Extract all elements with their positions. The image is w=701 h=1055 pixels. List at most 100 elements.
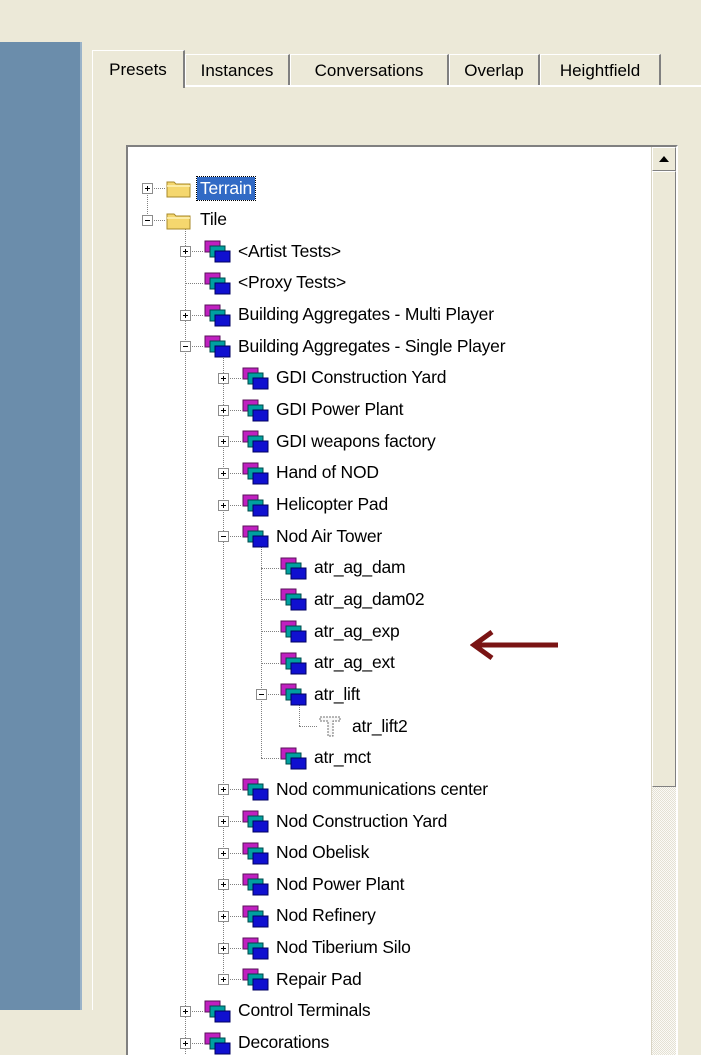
tree-item-atr-ag-exp[interactable]: atr_ag_exp [278,616,403,646]
tree-content: Terrain Tile <Artist Tests> <Proxy Tests> Bu… [128,147,658,1055]
tree-item-artist-tests[interactable]: <Artist Tests> [202,236,344,266]
tab-presets[interactable]: Presets [92,50,185,88]
tree-item-atr-lift2[interactable]: atr_lift2 [316,711,411,741]
scroll-track[interactable] [652,787,676,1055]
expand-plus-icon[interactable] [218,404,229,416]
preset-stack-icon [240,809,270,833]
expand-plus-icon[interactable] [180,309,191,321]
tree-item-decorations[interactable]: Decorations [202,1028,332,1055]
preset-stack-icon [240,493,270,517]
tree-item-label: atr_lift [314,683,361,704]
tree-item-ba-single[interactable]: Building Aggregates - Single Player [202,331,508,361]
presets-panel: Terrain Tile <Artist Tests> <Proxy Tests> Bu… [92,87,701,1055]
tree-connector [261,567,279,569]
tree-item-label: Building Aggregates - Multi Player [238,304,494,325]
tab-conversations[interactable]: Conversations [290,54,449,86]
tab-row: Presets Instances Conversations Overlap … [82,42,701,88]
vertical-scrollbar[interactable] [651,147,676,1055]
scroll-up-arrow-icon[interactable] [652,147,676,171]
expand-plus-icon[interactable] [142,183,153,194]
preset-stack-icon [202,303,232,327]
scroll-thumb[interactable] [652,171,676,787]
expand-plus-icon[interactable] [218,974,229,986]
presets-tree[interactable]: Terrain Tile <Artist Tests> <Proxy Tests> Bu… [126,145,678,1055]
preset-stack-icon [240,904,270,928]
expand-plus-icon[interactable] [180,246,191,258]
tree-item-gdi-cy[interactable]: GDI Construction Yard [240,363,449,393]
tree-item-atr-mct[interactable]: atr_mct [278,743,374,773]
tab-instances[interactable]: Instances [185,54,290,86]
preset-stack-icon [240,841,270,865]
expand-plus-icon[interactable] [218,436,229,448]
left-window-strip [0,42,80,1010]
tree-item-nod-silo[interactable]: Nod Tiberium Silo [240,933,414,963]
tree-item-nod-cy[interactable]: Nod Construction Yard [240,806,450,836]
preset-stack-icon [278,682,308,706]
preset-stack-icon [278,651,308,675]
preset-stack-icon [240,366,270,390]
preset-stack-icon [240,461,270,485]
tree-connector [261,662,279,664]
expand-plus-icon[interactable] [218,910,229,922]
expand-plus-icon[interactable] [218,879,229,891]
tree-item-proxy-tests[interactable]: <Proxy Tests> [202,268,349,298]
tree-item-control-terminals[interactable]: Control Terminals [202,996,373,1026]
collapse-minus-icon[interactable] [180,341,191,353]
tree-item-nod-comm[interactable]: Nod communications center [240,774,491,804]
tree-item-label: GDI Construction Yard [276,367,447,388]
tree-item-nod-ref[interactable]: Nod Refinery [240,901,379,931]
expand-plus-icon[interactable] [218,467,229,479]
expand-plus-icon[interactable] [180,1005,191,1017]
collapse-minus-icon[interactable] [218,531,229,543]
tree-item-label: GDI Power Plant [276,399,404,420]
expand-plus-icon[interactable] [218,816,229,827]
tree-item-repair-pad[interactable]: Repair Pad [240,964,365,994]
preset-stack-icon [278,556,308,580]
tree-item-atr-ag-dam02[interactable]: atr_ag_dam02 [278,584,427,614]
expand-plus-icon[interactable] [218,847,229,859]
tree-item-gdi-pp[interactable]: GDI Power Plant [240,395,406,425]
tree-item-label: Building Aggregates - Single Player [238,335,506,356]
expand-plus-icon[interactable] [180,1037,191,1049]
top-band [0,0,701,42]
tree-connector [261,599,279,601]
tree-item-label: Nod Air Tower [276,525,383,546]
tree-item-atr-ag-ext[interactable]: atr_ag_ext [278,648,398,678]
tree-item-heli-pad[interactable]: Helicopter Pad [240,490,391,520]
tree-item-hand-nod[interactable]: Hand of NOD [240,458,382,488]
tree-item-atr-lift[interactable]: atr_lift [278,679,363,709]
tree-item-label: Tile [200,209,227,230]
tree-item-label: <Artist Tests> [238,240,341,261]
tree-item-gdi-wf[interactable]: GDI weapons factory [240,426,439,456]
expand-plus-icon[interactable] [218,372,229,384]
tree-item-label: Nod Power Plant [276,873,405,894]
expand-plus-icon[interactable] [218,784,229,796]
preset-stack-icon [240,429,270,453]
tree-item-terrain[interactable]: Terrain [164,173,257,203]
presets-dialog: Presets Instances Conversations Overlap … [82,42,701,1055]
preset-stack-icon [240,777,270,801]
tree-item-label: Nod Tiberium Silo [276,937,411,958]
tree-item-nod-pp[interactable]: Nod Power Plant [240,869,407,899]
tree-item-label: <Proxy Tests> [238,272,346,293]
tab-overlap[interactable]: Overlap [449,54,540,86]
preset-stack-icon [278,746,308,770]
tree-item-nod-obelisk[interactable]: Nod Obelisk [240,838,372,868]
collapse-minus-icon[interactable] [256,689,267,701]
tree-item-tile[interactable]: Tile [164,205,230,235]
tree-item-atr-ag-dam[interactable]: atr_ag_dam [278,553,408,583]
preset-stack-icon [278,587,308,611]
expand-plus-icon[interactable] [218,942,229,954]
tree-item-label: atr_ag_dam [314,557,406,578]
expand-plus-icon[interactable] [218,499,229,511]
tab-heightfield[interactable]: Heightfield [540,54,661,86]
tree-item-label: GDI weapons factory [276,430,436,451]
tree-connector [185,282,203,284]
tree-item-nod-air[interactable]: Nod Air Tower [240,521,385,551]
preset-stack-icon [202,271,232,295]
tree-item-label: Helicopter Pad [276,494,388,514]
preset-stack-icon [240,524,270,548]
tree-item-ba-multi[interactable]: Building Aggregates - Multi Player [202,300,497,330]
preset-stack-icon [240,967,270,991]
collapse-minus-icon[interactable] [142,214,153,226]
